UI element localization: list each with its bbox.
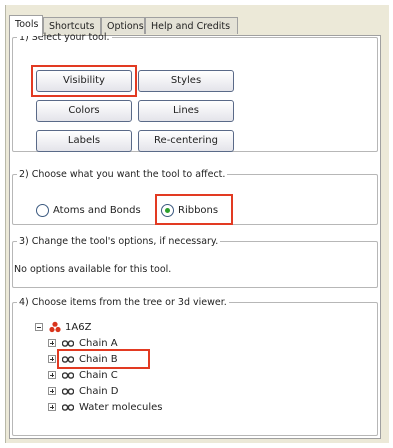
tree-node-water-molecules[interactable]: Water molecules (48, 400, 163, 414)
chain-icon (62, 355, 74, 363)
radio-circle-selected (161, 203, 174, 217)
chain-label: Water molecules (79, 401, 163, 413)
visibility-button[interactable]: Visibility (36, 70, 132, 92)
choose-items-legend: 4) Choose items from the tree or 3d view… (19, 297, 227, 308)
colors-button[interactable]: Colors (36, 100, 132, 122)
chain-icon (62, 403, 74, 411)
collapse-toggle-icon[interactable] (35, 323, 43, 331)
tree-root-label: 1A6Z (65, 321, 92, 333)
chain-label: Chain B (79, 353, 118, 365)
tool-options-legend: 3) Change the tool's options, if necessa… (19, 236, 219, 247)
re-centering-button[interactable]: Re-centering (138, 130, 234, 152)
expand-toggle-icon[interactable] (48, 339, 56, 347)
molecule-icon (49, 321, 61, 333)
expand-toggle-icon[interactable] (48, 387, 56, 395)
choose-items-group: 4) Choose items from the tree or 3d view… (12, 297, 378, 436)
no-options-text: No options available for this tool. (14, 264, 172, 275)
chain-label: Chain A (79, 337, 118, 349)
chain-label: Chain D (79, 385, 119, 397)
radio-circle (36, 203, 49, 217)
tree-node-chain-a[interactable]: Chain A (48, 336, 118, 350)
tree-node-chain-b[interactable]: Chain B (48, 352, 118, 366)
affect-legend: 2) Choose what you want the tool to affe… (19, 169, 226, 180)
tree-node-chain-c[interactable]: Chain C (48, 368, 118, 382)
expand-toggle-icon[interactable] (48, 403, 56, 411)
chain-label: Chain C (79, 369, 118, 381)
atoms-and-bonds-radio[interactable]: Atoms and Bonds (36, 200, 141, 220)
lines-button[interactable]: Lines (138, 100, 234, 122)
tree-node-1a6z[interactable]: 1A6Z (35, 320, 91, 334)
labels-button[interactable]: Labels (36, 130, 132, 152)
ribbons-radio[interactable]: Ribbons (161, 200, 218, 220)
chain-icon (62, 339, 74, 347)
chain-icon (62, 371, 74, 379)
expand-toggle-icon[interactable] (48, 371, 56, 379)
expand-toggle-icon[interactable] (48, 355, 56, 363)
styles-button[interactable]: Styles (138, 70, 234, 92)
tab-tools[interactable]: Tools (9, 15, 43, 36)
tool-options-group: 3) Change the tool's options, if necessa… (12, 236, 378, 288)
radio-selected-dot (165, 207, 170, 213)
window: Tools Shortcuts Options Help and Credits… (5, 5, 389, 443)
tree-node-chain-d[interactable]: Chain D (48, 384, 118, 398)
atoms-and-bonds-label: Atoms and Bonds (53, 204, 141, 216)
chain-icon (62, 387, 74, 395)
ribbons-label: Ribbons (178, 204, 219, 216)
tools-panel: 1) Select your tool. Visibility Styles C… (9, 32, 381, 439)
